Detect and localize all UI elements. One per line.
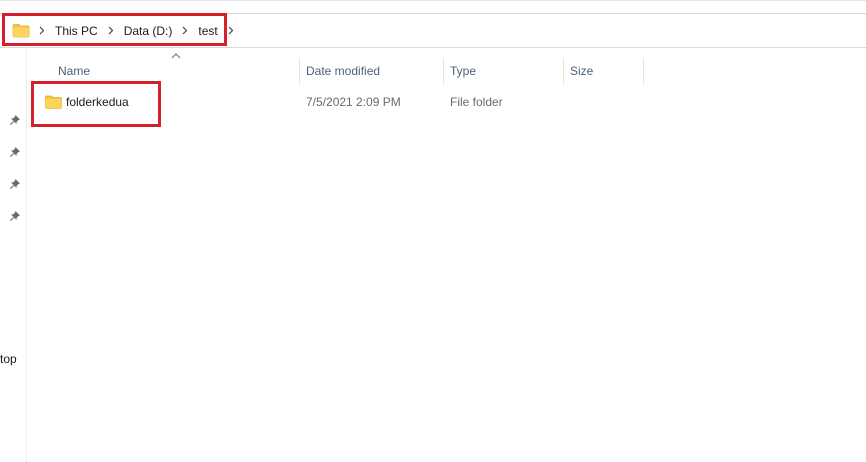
pin-icon[interactable]	[9, 178, 21, 190]
column-header-size[interactable]: Size	[570, 56, 593, 86]
highlight-box-folder	[31, 81, 161, 127]
pin-icon[interactable]	[9, 210, 21, 222]
navigation-pane: top	[0, 47, 27, 462]
pin-icon[interactable]	[9, 114, 21, 126]
highlight-box-address	[2, 13, 227, 46]
pin-icon[interactable]	[9, 146, 21, 158]
column-header-date-modified[interactable]: Date modified	[306, 56, 380, 86]
file-type: File folder	[450, 95, 503, 109]
window-top-border	[0, 0, 866, 1]
column-divider[interactable]	[443, 58, 444, 84]
file-date-modified: 7/5/2021 2:09 PM	[306, 95, 401, 109]
column-divider[interactable]	[643, 58, 644, 84]
column-divider[interactable]	[563, 58, 564, 84]
sort-ascending-icon	[170, 50, 182, 60]
nav-item-desktop-label[interactable]: top	[0, 352, 17, 366]
column-divider[interactable]	[299, 58, 300, 84]
column-header-type[interactable]: Type	[450, 56, 476, 86]
